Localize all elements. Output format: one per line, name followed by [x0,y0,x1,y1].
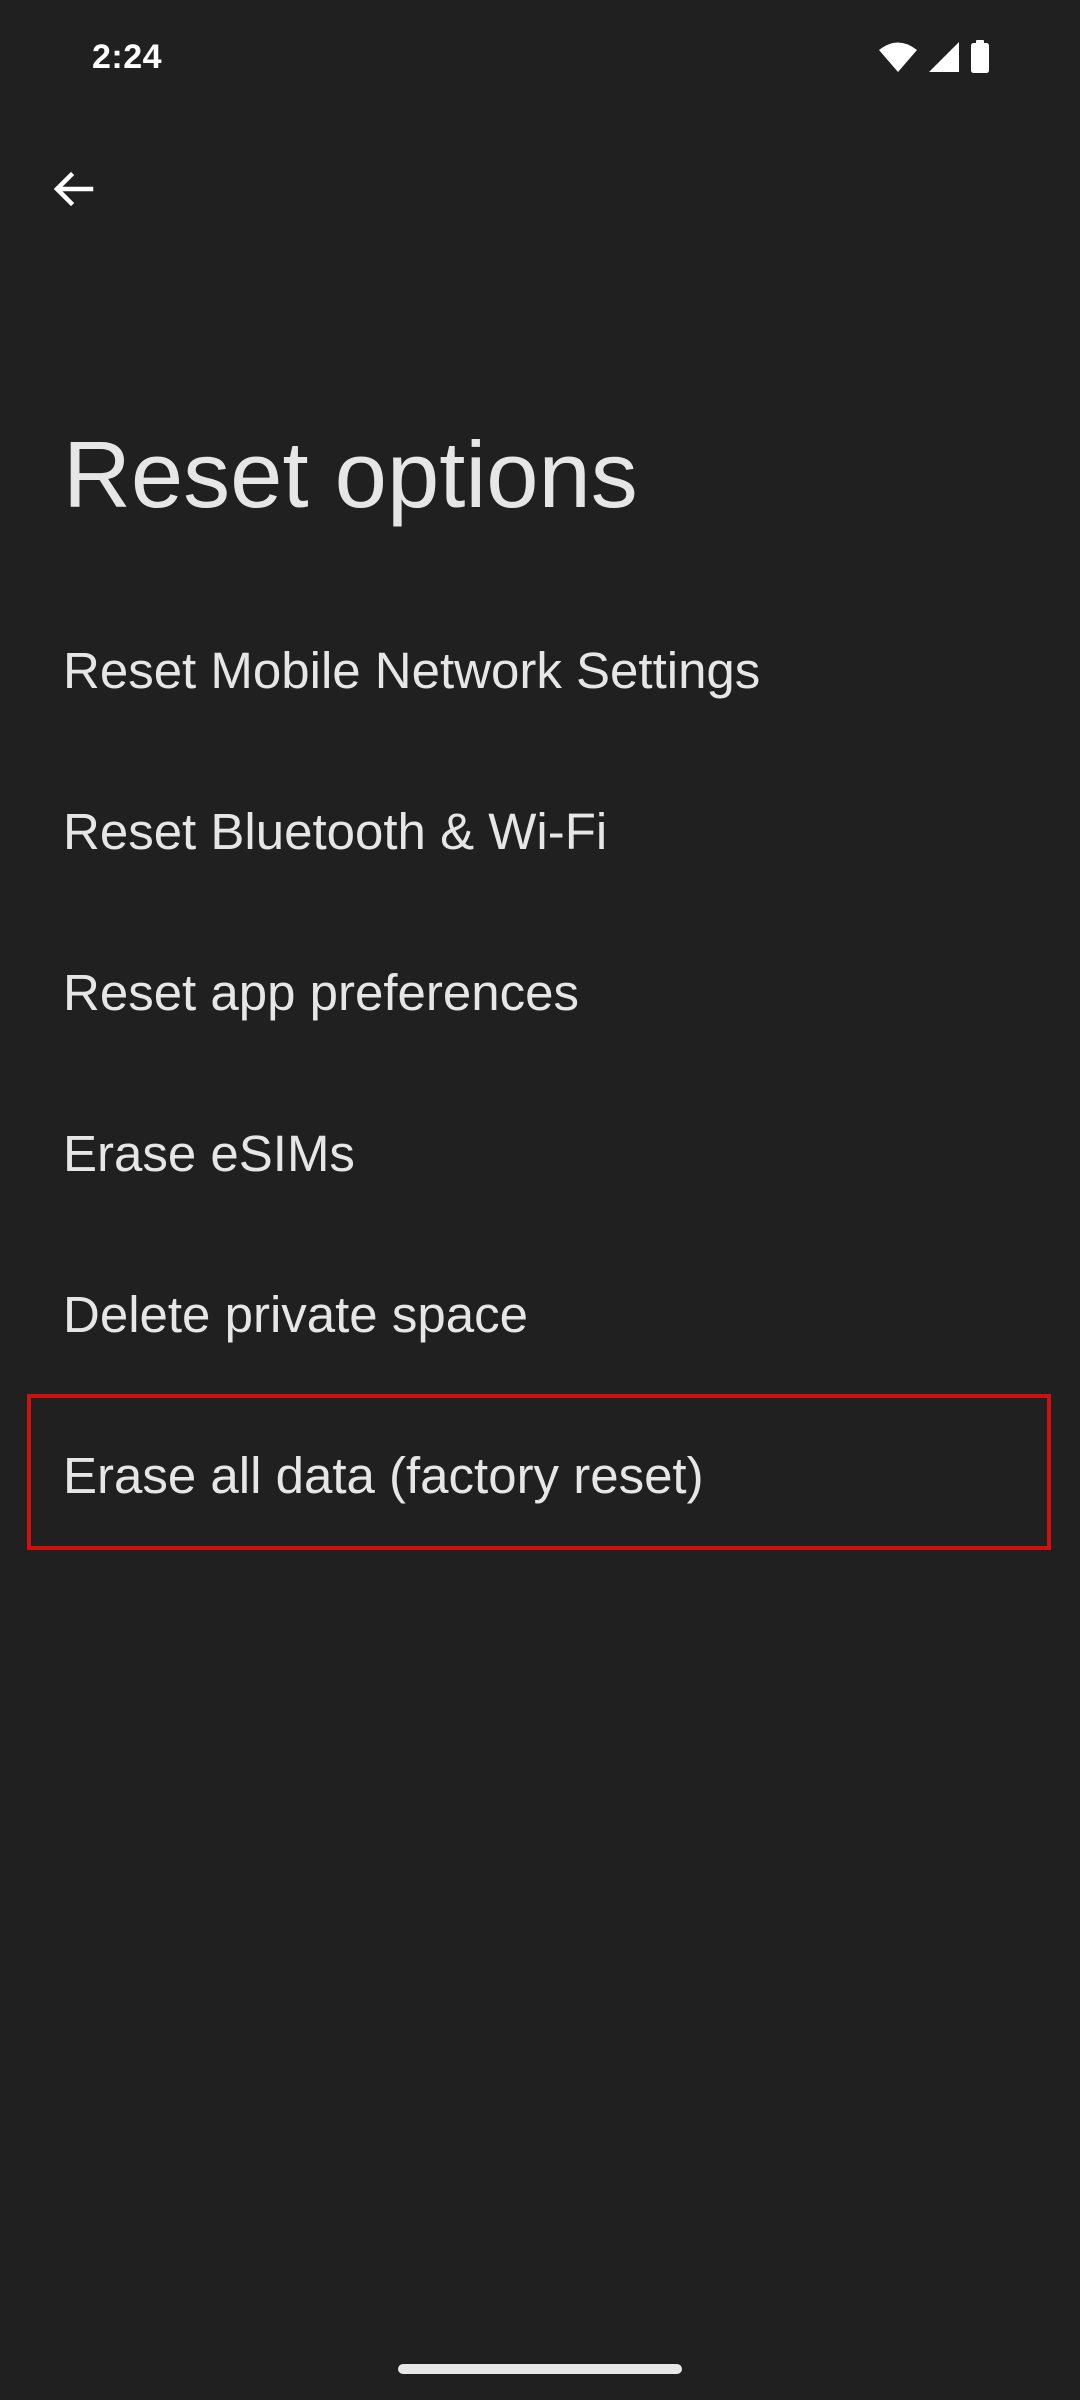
option-label: Reset Bluetooth & Wi-Fi [63,803,608,860]
option-label: Erase eSIMs [63,1125,355,1182]
option-delete-private-space[interactable]: Delete private space [0,1234,1080,1395]
status-icons [878,40,990,74]
option-reset-app-preferences[interactable]: Reset app preferences [0,912,1080,1073]
status-bar: 2:24 [0,0,1080,120]
wifi-icon [878,41,918,73]
option-label: Reset Mobile Network Settings [63,642,761,699]
option-erase-esims[interactable]: Erase eSIMs [0,1073,1080,1234]
option-label: Delete private space [63,1286,528,1343]
arrow-back-icon [49,165,97,218]
back-button[interactable] [40,158,106,224]
option-erase-all-data[interactable]: Erase all data (factory reset) [0,1395,1080,1556]
cell-signal-icon [928,41,960,73]
option-reset-mobile-network[interactable]: Reset Mobile Network Settings [0,590,1080,751]
reset-options-list: Reset Mobile Network Settings Reset Blue… [0,590,1080,1556]
page-title: Reset options [63,422,638,527]
gesture-nav-handle[interactable] [398,2364,682,2374]
status-time: 2:24 [92,38,163,76]
option-reset-bluetooth-wifi[interactable]: Reset Bluetooth & Wi-Fi [0,751,1080,912]
option-label: Reset app preferences [63,964,579,1021]
option-label: Erase all data (factory reset) [63,1447,704,1504]
battery-icon [970,40,990,74]
